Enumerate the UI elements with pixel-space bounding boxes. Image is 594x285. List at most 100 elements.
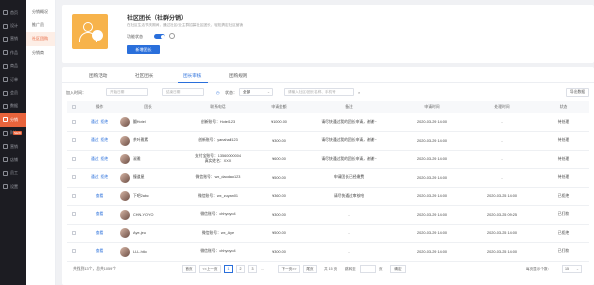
- table-row: 通过 拒绝 撞道屋 微信账号：wx_daodao123 ¥500.00 申请团长已经缴费 2…: [67, 168, 589, 188]
- applied-time-cell: 2020-03-29 14:00: [398, 187, 466, 206]
- sidebar-item[interactable]: 首页: [0, 6, 26, 19]
- sidebar-item[interactable]: 设计: [0, 19, 26, 32]
- avatar: [120, 246, 130, 257]
- avatar: [120, 228, 130, 239]
- contact-line: 微信账号：chhyoyo4: [200, 212, 236, 217]
- sidebar-item[interactable]: 员工: [0, 167, 26, 180]
- tab-group-activity[interactable]: 团购活动: [89, 73, 107, 79]
- contact-line: 创新账号：Hotel123: [200, 119, 236, 124]
- view-link[interactable]: 查看: [96, 231, 104, 235]
- tab-group-rules[interactable]: 团购规则: [229, 73, 247, 79]
- ops-cell: 查看: [81, 224, 118, 243]
- sidebar-item-label: 首页: [10, 9, 18, 15]
- next-page-button[interactable]: 下一页>>: [278, 265, 300, 273]
- status-cell: 已拒绝: [538, 224, 589, 243]
- processed-time-cell: -: [466, 168, 538, 188]
- sidebar-item[interactable]: 分销: [0, 113, 26, 127]
- column-header: 状态: [538, 101, 589, 113]
- status-select[interactable]: 全部 ⌄: [239, 88, 273, 96]
- processed-time-cell: 2020-03-25 14:00: [466, 224, 538, 243]
- prev-page-button[interactable]: <<上一页: [199, 265, 221, 273]
- select-all-checkbox[interactable]: [72, 104, 76, 109]
- applied-time-cell: 2020-03-29 14:00: [398, 205, 466, 225]
- approve-link[interactable]: 通过: [91, 120, 99, 124]
- table-header-row: 操作 团长 联系电话 申请金额 备注 申请时间 处理时间 状态: [67, 101, 589, 113]
- page-3-button[interactable]: 3: [248, 265, 257, 273]
- select-cell: [67, 168, 81, 188]
- reject-link[interactable]: 拒绝: [101, 120, 109, 124]
- approve-link[interactable]: 通过: [91, 138, 99, 142]
- reject-link[interactable]: 拒绝: [101, 175, 109, 179]
- contact-cell: 创新账号：yanahall123: [178, 131, 258, 151]
- goto-page-input[interactable]: [360, 265, 376, 273]
- sidebar-item[interactable]: 店铺: [0, 153, 26, 166]
- end-date-input[interactable]: 结束日期: [162, 88, 204, 96]
- page-2-button[interactable]: 2: [236, 265, 245, 273]
- first-page-button[interactable]: 首页: [182, 265, 196, 273]
- per-page-select[interactable]: 15 ⌄: [562, 265, 582, 273]
- active-tab-indicator: [178, 81, 208, 83]
- ops-cell: 通过 拒绝: [81, 131, 118, 151]
- tab-community-leaders[interactable]: 社区团长: [135, 73, 153, 79]
- sidebar-item[interactable]: 营销: [0, 33, 26, 46]
- edit-icon[interactable]: [169, 33, 175, 39]
- approve-link[interactable]: 通过: [91, 175, 99, 179]
- start-date-input[interactable]: 开始日期: [106, 88, 148, 96]
- tab-bar: 团购活动 社区团长 团长审核 团购规则: [62, 67, 594, 83]
- sidebar-item[interactable]: 设置: [0, 180, 26, 193]
- primary-sidebar: 首页设计营销作品商品订单会员数据分销财务营销店铺员工设置NEW: [0, 0, 26, 285]
- row-checkbox[interactable]: [72, 175, 76, 180]
- row-checkbox[interactable]: [72, 230, 76, 235]
- contact-cell: 微信账号：wx_zuyan01: [178, 187, 258, 206]
- plugin-thumbnail: [72, 14, 108, 49]
- sidebar-item[interactable]: 数据: [0, 100, 26, 113]
- menu-icon: [3, 50, 8, 56]
- export-button[interactable]: 导出数据: [566, 87, 589, 97]
- view-link[interactable]: 查看: [96, 212, 104, 216]
- processed-time-cell: 2020-03-25 14:00: [466, 187, 538, 206]
- status-cell: 待处理: [538, 131, 589, 151]
- view-link[interactable]: 查看: [96, 194, 104, 198]
- sidebar-item[interactable]: 订单: [0, 73, 26, 86]
- reject-link[interactable]: 拒绝: [101, 138, 109, 142]
- amount-cell: ¥300.00: [258, 205, 300, 225]
- status-cell: 已打款: [538, 242, 589, 262]
- sidebar-item[interactable]: 作品: [0, 46, 26, 59]
- calendar-icon[interactable]: ◷: [216, 90, 220, 95]
- last-page-button[interactable]: 尾页: [303, 265, 317, 273]
- row-checkbox[interactable]: [72, 249, 76, 254]
- column-header: 操作: [81, 101, 118, 113]
- subnav-item[interactable]: 分销商: [26, 46, 55, 60]
- page-1-button[interactable]: 1: [224, 265, 233, 273]
- sidebar-item[interactable]: 商品: [0, 60, 26, 73]
- row-checkbox[interactable]: [72, 138, 76, 143]
- table-row: 通过 拒绝 淑雅 支付宝账号：13560000004 真实姓名：XXX ¥600.00 请尽…: [67, 150, 589, 169]
- goto-confirm-button[interactable]: 确定: [390, 265, 406, 273]
- chevron-down-icon: ⌄: [575, 267, 579, 271]
- subnav-item[interactable]: 社区团购: [26, 32, 55, 46]
- avatar: [120, 172, 130, 183]
- row-checkbox[interactable]: [72, 119, 76, 124]
- row-checkbox[interactable]: [72, 212, 76, 217]
- add-leader-button[interactable]: 新增团长: [127, 45, 160, 54]
- view-link[interactable]: 查看: [96, 249, 104, 253]
- subnav-item[interactable]: 推广员: [26, 19, 55, 33]
- row-checkbox[interactable]: [72, 193, 76, 198]
- row-checkbox[interactable]: [72, 156, 76, 161]
- subnav-item[interactable]: 分销概况: [26, 5, 55, 19]
- contact-line: 真实姓名：XXX: [204, 159, 232, 164]
- search-input[interactable]: 请输入社区/团长名称、手机号: [284, 88, 354, 96]
- menu-icon: [3, 144, 8, 150]
- table-row: 查看 LLL-htlo 微信账号：chhyoyo4 ¥300.00-2020-03-2…: [67, 242, 589, 262]
- approve-link[interactable]: 通过: [91, 157, 99, 161]
- status-toggle[interactable]: [154, 34, 165, 39]
- chevron-down-icon: ⌄: [266, 90, 270, 94]
- sidebar-item[interactable]: 会员: [0, 86, 26, 99]
- reject-link[interactable]: 拒绝: [101, 157, 109, 161]
- sidebar-item[interactable]: 营销: [0, 140, 26, 153]
- applied-time-cell: 2020-03-29 14:00: [398, 131, 466, 151]
- tab-leader-review[interactable]: 团长审核: [183, 73, 201, 79]
- applied-time-cell: 2020-03-29 14:00: [398, 113, 466, 132]
- search-icon[interactable]: ⌕: [358, 90, 360, 95]
- column-header: [67, 101, 81, 113]
